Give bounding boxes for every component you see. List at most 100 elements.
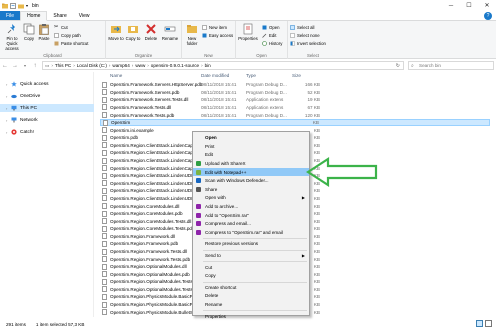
menu-item-compress-and-email[interactable]: Compress and email... [193, 220, 309, 228]
delete-button[interactable]: Delete [143, 23, 159, 41]
expand-chevron-icon[interactable]: › [6, 130, 9, 135]
breadcrumb-wamp64[interactable]: wamp64 [112, 63, 129, 68]
file-row[interactable]: OpenSim KB [100, 118, 490, 127]
file-row[interactable]: OpenSim.Framework.Servers.Tests.dll 08/11… [100, 96, 490, 104]
qa-dropdown-icon[interactable]: ▾ [26, 3, 28, 8]
menu-item-compress-to-opensim-rar-and-email[interactable]: Compress to "OpenSim.rar" and email [193, 229, 309, 237]
expand-chevron-icon[interactable]: › [6, 82, 9, 87]
nav-network[interactable]: › Network [6, 116, 38, 124]
recent-locations-icon[interactable]: ▾ [20, 63, 30, 68]
copy-button[interactable]: Copy [22, 23, 36, 41]
expand-chevron-icon[interactable]: › [6, 118, 9, 123]
menu-item-label: Create shortcut [205, 284, 237, 290]
file-size: KB [313, 241, 320, 247]
breadcrumb-this-pc[interactable]: This PC [55, 63, 71, 68]
minimize-button[interactable]: ─ [442, 0, 460, 11]
menu-item-edit-with-notepad[interactable]: Edit with Notepad++ [193, 168, 309, 176]
up-icon[interactable]: ↑ [30, 63, 40, 69]
breadcrumb-opensim-source[interactable]: opensim-0.9.0.1-source [151, 63, 199, 68]
menu-item-rename[interactable]: Rename [193, 301, 309, 309]
cloud-icon [11, 94, 17, 99]
copy-path-button[interactable]: Copy path [54, 33, 81, 38]
open-button[interactable]: Open [262, 25, 280, 30]
copy-to-button[interactable]: Copy to [125, 23, 141, 41]
menu-item-edit[interactable]: Edit [193, 151, 309, 159]
column-type[interactable]: Type [246, 73, 256, 78]
paste-button[interactable]: Paste [37, 23, 51, 41]
back-icon[interactable]: ← [0, 63, 10, 69]
nav-onedrive[interactable]: › OneDrive [6, 92, 40, 100]
copy-to-icon [128, 26, 138, 33]
nav-quick-access[interactable]: › Quick access [6, 80, 49, 88]
refresh-icon[interactable]: ↻ [396, 63, 400, 69]
close-button[interactable]: ✕ [478, 0, 496, 11]
properties-button[interactable]: Properties [237, 23, 259, 41]
new-folder-quick-icon[interactable] [18, 3, 24, 9]
tab-file[interactable]: File [0, 11, 21, 20]
search-box[interactable]: ⌕ Search bin [408, 61, 494, 70]
tab-home[interactable]: Home [20, 11, 48, 21]
column-date[interactable]: Date modified [201, 73, 229, 78]
file-size: KB [313, 249, 320, 254]
properties-quick-icon[interactable] [10, 2, 16, 9]
rename-button[interactable]: Rename [161, 23, 179, 41]
nav-catch[interactable]: › Catch! [6, 128, 34, 136]
breadcrumb-bin[interactable]: bin [205, 63, 211, 68]
file-icon [102, 225, 107, 232]
menu-item-icon [196, 178, 201, 184]
menu-item-send-to[interactable]: Send to ▶ [193, 252, 309, 260]
address-bar[interactable]: ▭ › This PC › Local Disk (C:) › wamp64 ›… [42, 61, 404, 70]
nav-this-pc[interactable]: › This PC [0, 104, 94, 112]
menu-item-delete[interactable]: Delete [193, 292, 309, 300]
menu-item-print[interactable]: Print [193, 143, 309, 151]
column-name[interactable]: Name [110, 73, 122, 78]
menu-item-restore-previous-versions[interactable]: Restore previous versions [193, 240, 309, 248]
new-item-button[interactable]: New item [202, 25, 227, 30]
breadcrumb-local-disk[interactable]: Local Disk (C:) [77, 63, 107, 68]
menu-item-upload-with-sharex[interactable]: Upload with ShareX [193, 160, 309, 168]
file-row[interactable]: OpenSim.Framework.Servers.pdb 08/11/2018 … [100, 89, 490, 97]
paste-shortcut-button[interactable]: Paste shortcut [54, 41, 88, 46]
forward-icon[interactable]: → [10, 63, 20, 69]
new-group: New folder New item Easy access New [182, 21, 236, 59]
computer-icon: ▭ [45, 62, 50, 68]
column-size[interactable]: Size [292, 73, 301, 78]
menu-item-scan-with-windows-defender[interactable]: Scan with Windows Defender... [193, 177, 309, 185]
menu-item-add-to-archive[interactable]: Add to archive... [193, 203, 309, 211]
menu-item-open-with[interactable]: Open with ▶ [193, 194, 309, 202]
invert-selection-button[interactable]: Invert selection [290, 41, 326, 46]
cut-button[interactable]: ✂ Cut [54, 25, 68, 31]
help-icon[interactable]: ? [484, 12, 492, 20]
menu-item-copy[interactable]: Copy [193, 272, 309, 280]
file-row[interactable]: OpenSim.Framework.Servers.HttpServer.pdb… [100, 81, 490, 89]
tab-view[interactable]: View [73, 11, 96, 20]
edit-button[interactable]: Edit [262, 33, 276, 38]
expand-chevron-icon[interactable]: › [6, 94, 9, 99]
history-button[interactable]: History [262, 41, 282, 46]
menu-item-add-to-opensim-rar[interactable]: Add to "OpenSim.rar" [193, 211, 309, 219]
expand-chevron-icon[interactable]: › [6, 106, 9, 111]
menu-item-cut[interactable]: Cut [193, 263, 309, 271]
file-row[interactable]: OpenSim.Framework.Tests.dll 08/11/2018 15… [100, 104, 490, 112]
breadcrumb-sep-icon: › [131, 63, 134, 68]
easy-access-button[interactable]: Easy access [202, 33, 233, 38]
details-view-icon[interactable] [476, 320, 483, 327]
file-row[interactable]: OpenSim.Framework.Tests.pdb 08/11/2018 15… [100, 111, 490, 119]
select-all-button[interactable]: Select all [290, 25, 314, 30]
file-name: OpenSim.pdb [110, 135, 139, 141]
properties-icon [243, 23, 253, 35]
breadcrumb-www[interactable]: www [135, 63, 145, 68]
move-to-icon [111, 26, 121, 33]
maximize-button[interactable]: ☐ [460, 0, 478, 11]
move-to-button[interactable]: Move to [108, 23, 124, 41]
menu-item-label: Copy [205, 273, 216, 279]
menu-item-create-shortcut[interactable]: Create shortcut [193, 284, 309, 292]
select-none-button[interactable]: Select none [290, 33, 320, 38]
new-folder-button[interactable]: New folder [184, 23, 200, 46]
menu-item-open[interactable]: Open [193, 134, 309, 142]
tab-share[interactable]: Share [47, 11, 72, 20]
large-icons-view-icon[interactable] [485, 320, 492, 327]
pin-quick-access-button[interactable]: Pin to Quick access [3, 23, 21, 51]
easy-access-icon [202, 33, 207, 38]
menu-item-share[interactable]: Share [193, 186, 309, 194]
